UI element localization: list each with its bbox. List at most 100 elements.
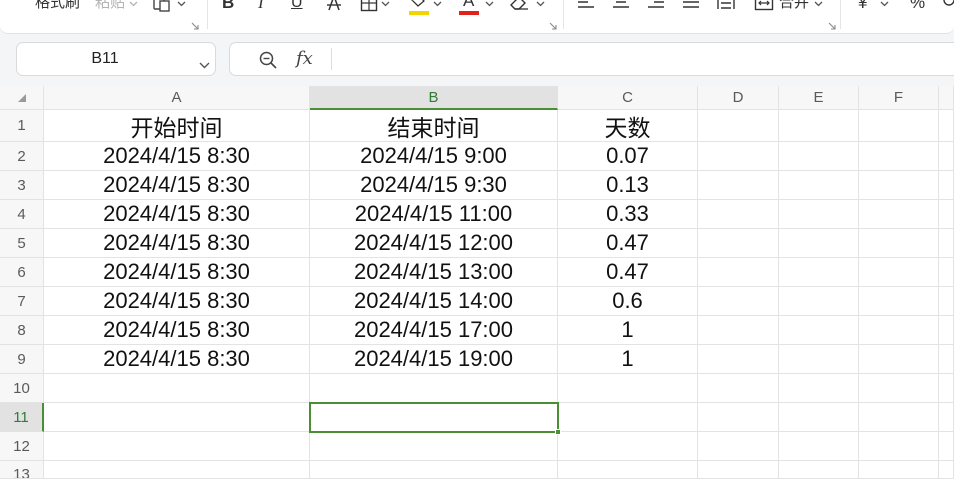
cell-d10[interactable] xyxy=(698,374,779,403)
cell-a2[interactable]: 2024/4/15 8:30 xyxy=(44,142,310,171)
cell-e3[interactable] xyxy=(779,171,859,200)
cell-a7[interactable]: 2024/4/15 8:30 xyxy=(44,287,310,316)
border-icon[interactable] xyxy=(360,0,378,12)
cell-d9[interactable] xyxy=(698,345,779,374)
cell-d1[interactable] xyxy=(698,110,779,142)
cell-d6[interactable] xyxy=(698,258,779,287)
cell-f6[interactable] xyxy=(859,258,939,287)
thousands-separator-icon[interactable] xyxy=(943,0,954,12)
cell-e1[interactable] xyxy=(779,110,859,142)
cell-a9[interactable]: 2024/4/15 8:30 xyxy=(44,345,310,374)
column-header-c[interactable]: C xyxy=(558,86,698,110)
row-header-9[interactable]: 9 xyxy=(0,345,44,374)
cell-g9[interactable] xyxy=(939,345,954,374)
paste-icon[interactable] xyxy=(152,0,172,12)
cell-a3[interactable]: 2024/4/15 8:30 xyxy=(44,171,310,200)
cell-e8[interactable] xyxy=(779,316,859,345)
percent-format-button[interactable]: % xyxy=(910,0,925,13)
paste-button[interactable]: 粘贴 xyxy=(95,0,125,13)
cell-a6[interactable]: 2024/4/15 8:30 xyxy=(44,258,310,287)
cell-c12[interactable] xyxy=(558,432,698,461)
cell-b2[interactable]: 2024/4/15 9:00 xyxy=(310,142,558,171)
cell-b6[interactable]: 2024/4/15 13:00 xyxy=(310,258,558,287)
chevron-down-icon[interactable] xyxy=(536,1,545,7)
bold-button[interactable]: B xyxy=(222,0,234,13)
row-header-12[interactable]: 12 xyxy=(0,432,44,461)
cell-f10[interactable] xyxy=(859,374,939,403)
merge-cells-icon[interactable] xyxy=(754,0,774,12)
cell-b7[interactable]: 2024/4/15 14:00 xyxy=(310,287,558,316)
cell-d4[interactable] xyxy=(698,200,779,229)
cell-c7[interactable]: 0.6 xyxy=(558,287,698,316)
chevron-down-icon[interactable] xyxy=(485,1,494,7)
cell-f3[interactable] xyxy=(859,171,939,200)
select-all-corner[interactable] xyxy=(0,86,44,110)
cell-f2[interactable] xyxy=(859,142,939,171)
cell-b8[interactable]: 2024/4/15 17:00 xyxy=(310,316,558,345)
cell-a12[interactable] xyxy=(44,432,310,461)
cell-b3[interactable]: 2024/4/15 9:30 xyxy=(310,171,558,200)
cell-d7[interactable] xyxy=(698,287,779,316)
cell-a10[interactable] xyxy=(44,374,310,403)
format-painter-button[interactable]: 格式刷 xyxy=(35,0,80,13)
cell-c13[interactable] xyxy=(558,461,698,479)
cell-b9[interactable]: 2024/4/15 19:00 xyxy=(310,345,558,374)
cell-c1[interactable]: 天数 xyxy=(558,110,698,142)
align-left-icon[interactable] xyxy=(577,0,595,11)
cell-g7[interactable] xyxy=(939,287,954,316)
align-center-icon[interactable] xyxy=(612,0,630,11)
chevron-down-icon[interactable] xyxy=(433,1,442,7)
cell-d2[interactable] xyxy=(698,142,779,171)
justify-icon[interactable] xyxy=(682,0,700,11)
cell-g6[interactable] xyxy=(939,258,954,287)
row-header-4[interactable]: 4 xyxy=(0,200,44,229)
name-box-value[interactable]: B11 xyxy=(17,43,193,75)
distributed-align-icon[interactable] xyxy=(717,0,735,11)
cell-g8[interactable] xyxy=(939,316,954,345)
cell-a8[interactable]: 2024/4/15 8:30 xyxy=(44,316,310,345)
merge-button[interactable]: 合并 xyxy=(779,0,809,13)
chevron-down-icon[interactable] xyxy=(199,56,210,74)
cell-b12[interactable] xyxy=(310,432,558,461)
currency-format-button[interactable]: ¥ xyxy=(858,0,867,13)
cell-g3[interactable] xyxy=(939,171,954,200)
italic-button[interactable]: I xyxy=(258,0,264,13)
row-header-11[interactable]: 11 xyxy=(0,403,44,432)
cell-e11[interactable] xyxy=(779,403,859,432)
cell-c11[interactable] xyxy=(558,403,698,432)
cell-f9[interactable] xyxy=(859,345,939,374)
cell-f12[interactable] xyxy=(859,432,939,461)
column-header-g[interactable] xyxy=(939,86,954,110)
cell-b5[interactable]: 2024/4/15 12:00 xyxy=(310,229,558,258)
row-header-8[interactable]: 8 xyxy=(0,316,44,345)
cell-g13[interactable] xyxy=(939,461,954,479)
cell-d3[interactable] xyxy=(698,171,779,200)
cell-c9[interactable]: 1 xyxy=(558,345,698,374)
column-header-f[interactable]: F xyxy=(859,86,939,110)
row-header-3[interactable]: 3 xyxy=(0,171,44,200)
dialog-launcher-icon[interactable] xyxy=(549,22,557,30)
cell-b4[interactable]: 2024/4/15 11:00 xyxy=(310,200,558,229)
chevron-down-icon[interactable] xyxy=(381,1,390,7)
cell-g1[interactable] xyxy=(939,110,954,142)
dialog-launcher-icon[interactable] xyxy=(191,22,199,30)
font-color-button[interactable]: A xyxy=(463,0,474,11)
cell-c10[interactable] xyxy=(558,374,698,403)
cell-a1[interactable]: 开始时间 xyxy=(44,110,310,142)
row-header-10[interactable]: 10 xyxy=(0,374,44,403)
cell-d13[interactable] xyxy=(698,461,779,479)
cell-c4[interactable]: 0.33 xyxy=(558,200,698,229)
row-header-13[interactable]: 13 xyxy=(0,461,44,479)
cell-d8[interactable] xyxy=(698,316,779,345)
cell-e2[interactable] xyxy=(779,142,859,171)
cell-b10[interactable] xyxy=(310,374,558,403)
clear-format-icon[interactable] xyxy=(508,0,530,12)
cell-a5[interactable]: 2024/4/15 8:30 xyxy=(44,229,310,258)
cell-g2[interactable] xyxy=(939,142,954,171)
magnifier-icon[interactable] xyxy=(258,50,278,75)
cell-c2[interactable]: 0.07 xyxy=(558,142,698,171)
name-box[interactable]: B11 xyxy=(16,42,216,76)
align-right-icon[interactable] xyxy=(647,0,665,11)
column-header-b[interactable]: B xyxy=(310,86,558,110)
chevron-down-icon[interactable] xyxy=(177,1,186,7)
